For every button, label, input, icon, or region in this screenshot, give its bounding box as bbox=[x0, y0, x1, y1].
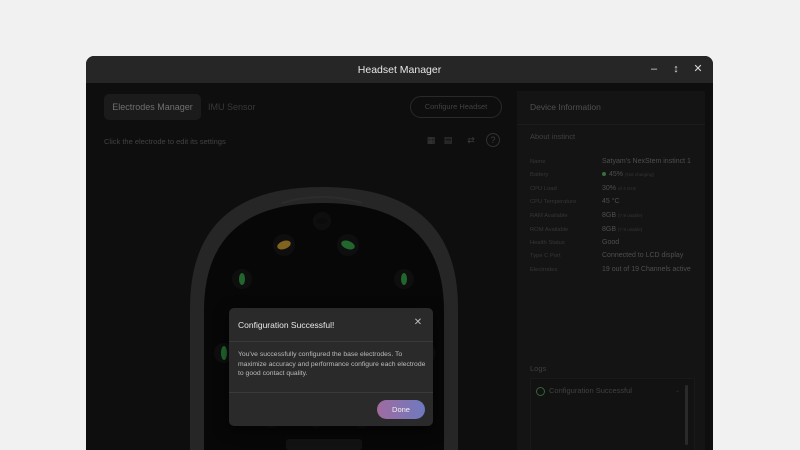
window-body: Electrodes Manager IMU Sensor Configure … bbox=[86, 83, 713, 450]
done-button[interactable]: Done bbox=[377, 400, 425, 419]
window-title: Headset Manager bbox=[357, 64, 442, 76]
success-dialog: Configuration Successful! ✕ You've succe… bbox=[229, 308, 433, 426]
app-window: Headset Manager – ↕ ✕ Electrodes Manager… bbox=[86, 56, 713, 450]
close-icon[interactable]: ✕ bbox=[412, 317, 424, 329]
close-icon[interactable]: ✕ bbox=[691, 62, 705, 76]
resize-icon[interactable]: ↕ bbox=[669, 62, 683, 76]
divider bbox=[229, 392, 433, 393]
title-bar: Headset Manager – ↕ ✕ bbox=[86, 56, 713, 83]
divider bbox=[229, 341, 433, 342]
dialog-message: You've successfully configured the base … bbox=[238, 351, 426, 378]
dialog-title: Configuration Successful! bbox=[238, 320, 335, 330]
minimize-icon[interactable]: – bbox=[647, 62, 661, 76]
